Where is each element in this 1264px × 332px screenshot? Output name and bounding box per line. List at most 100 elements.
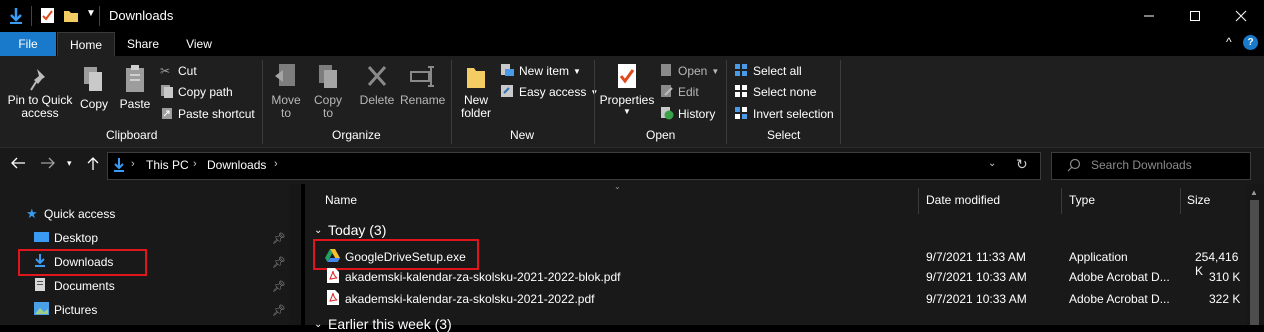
rename-button[interactable]: Rename [400,62,446,124]
sort-chevron-icon: ⌄ [614,182,621,191]
pin-icon: 📌︎ [272,304,286,317]
new-item-label: New item [519,64,570,78]
tab-view[interactable]: View [173,32,225,56]
nav-label: Downloads [54,255,114,269]
pdf-icon [327,290,339,308]
history-icon [660,106,678,123]
easy-access-button[interactable]: Easy access ▼ [500,83,598,101]
paste-shortcut-button[interactable]: Paste shortcut [160,105,255,123]
column-header-type[interactable]: Type [1069,193,1095,207]
recent-locations-chevron-icon[interactable]: ▾ [67,158,72,169]
edit-label: Edit [678,85,699,99]
customize-toolbar-icon[interactable]: ▼ [86,8,96,19]
open-button[interactable]: Open ▼ [660,62,719,80]
copy-to-button[interactable]: Copy to [310,62,346,124]
group-header-today[interactable]: ⌄ Today (3) [314,222,386,238]
chevron-up-icon[interactable]: ^ [1226,35,1232,49]
nav-item-pictures[interactable]: Pictures 📌︎ [34,299,286,321]
search-icon [1067,158,1081,175]
up-arrow-icon[interactable] [86,156,100,174]
column-divider[interactable] [1061,188,1062,214]
breadcrumb-this-pc[interactable]: This PC [146,158,189,172]
divider [99,6,100,26]
back-arrow-icon[interactable] [10,156,26,173]
copy-button[interactable]: Copy [76,62,112,122]
paste-icon [122,64,148,94]
select-all-icon [734,63,753,80]
scroll-thumb[interactable] [1250,200,1259,325]
tab-file[interactable]: File [0,32,56,56]
cut-button[interactable]: ✂ Cut [160,62,197,80]
tab-share[interactable]: Share [114,32,172,56]
properties-label: Properties [599,93,655,107]
pin-icon: 📌︎ [272,280,286,293]
collapse-chevron-icon: ⌄ [314,318,323,330]
table-row[interactable]: GoogleDriveSetup.exe 9/7/2021 11:33 AM A… [325,248,1245,278]
column-divider[interactable] [1180,188,1181,214]
nav-scrollbar[interactable] [289,184,301,325]
column-header-name[interactable]: Name [325,193,357,207]
nav-item-quick-access[interactable]: ★ Quick access [26,203,115,225]
group-select-label: Select [767,128,801,142]
copy-icon [81,64,107,94]
group-clipboard-label: Clipboard [106,128,158,142]
search-placeholder: Search Downloads [1091,158,1192,172]
address-dropdown-icon[interactable]: ⌄ [988,158,996,169]
paste-shortcut-icon [160,106,178,123]
easy-access-label: Easy access [519,85,587,99]
nav-item-downloads[interactable]: Downloads 📌︎ [34,251,286,273]
table-row[interactable]: akademski-kalendar-za-skolsku-2021-2022.… [325,290,1245,308]
edit-button[interactable]: Edit [660,83,699,101]
rename-label: Rename [400,93,446,107]
group-separator [262,60,263,144]
table-row[interactable]: akademski-kalendar-za-skolsku-2021-2022-… [325,268,1245,286]
new-folder-button[interactable]: New folder [456,62,496,124]
nav-item-documents[interactable]: Documents 📌︎ [34,275,286,297]
column-divider[interactable] [918,188,919,214]
refresh-icon[interactable]: ↻ [1016,156,1028,173]
rename-icon [409,62,435,94]
nav-label: Desktop [54,231,99,245]
new-folder-quick-icon[interactable] [63,8,79,26]
column-header-size[interactable]: Size [1187,193,1210,207]
group-new-label: New [510,128,535,142]
copy-to-icon [315,62,341,94]
breadcrumb-chevron-icon[interactable]: › [193,158,197,170]
breadcrumb-chevron-icon[interactable]: › [274,158,278,170]
column-header-date[interactable]: Date modified [926,193,1000,207]
group-separator [840,60,841,144]
maximize-button[interactable] [1172,0,1218,32]
move-to-button[interactable]: Move to [268,62,304,124]
pin-quick-access-button[interactable]: Pin to Quick access [5,62,75,124]
group-organize-label: Organize [332,128,381,142]
group-open-label: Open [646,128,676,142]
invert-selection-icon [734,106,753,123]
select-none-button[interactable]: Select none [734,83,816,101]
file-size: 310 K [1209,270,1241,284]
close-button[interactable] [1218,0,1264,32]
properties-quick-icon[interactable] [40,7,56,27]
breadcrumb-chevron-icon[interactable]: › [131,158,135,170]
forward-arrow-icon[interactable] [40,156,56,173]
help-icon[interactable]: ? [1243,35,1258,50]
select-all-button[interactable]: Select all [734,62,802,80]
new-item-button[interactable]: New item ▼ [500,62,581,80]
scroll-up-arrow-icon[interactable]: ▲ [1250,188,1258,197]
invert-selection-button[interactable]: Invert selection [734,105,834,123]
properties-button[interactable]: Properties ▼ [598,62,656,124]
edit-icon [660,84,678,101]
group-header-earlier[interactable]: ⌄ Earlier this week (3) [314,316,452,332]
new-folder-icon [463,62,489,94]
history-button[interactable]: History [660,105,715,123]
pictures-icon [34,302,54,318]
minimize-button[interactable] [1126,0,1172,32]
delete-button[interactable]: Delete [358,62,396,124]
paste-button[interactable]: Paste [117,62,153,122]
select-none-icon [734,84,753,101]
dropdown-arrow-icon: ▼ [573,66,581,76]
breadcrumb-downloads[interactable]: Downloads [207,158,266,172]
copy-path-button[interactable]: Copy path [160,83,233,101]
nav-item-desktop[interactable]: Desktop 📌︎ [34,227,286,249]
tab-home[interactable]: Home [57,32,115,57]
collapse-chevron-icon: ⌄ [314,224,323,236]
